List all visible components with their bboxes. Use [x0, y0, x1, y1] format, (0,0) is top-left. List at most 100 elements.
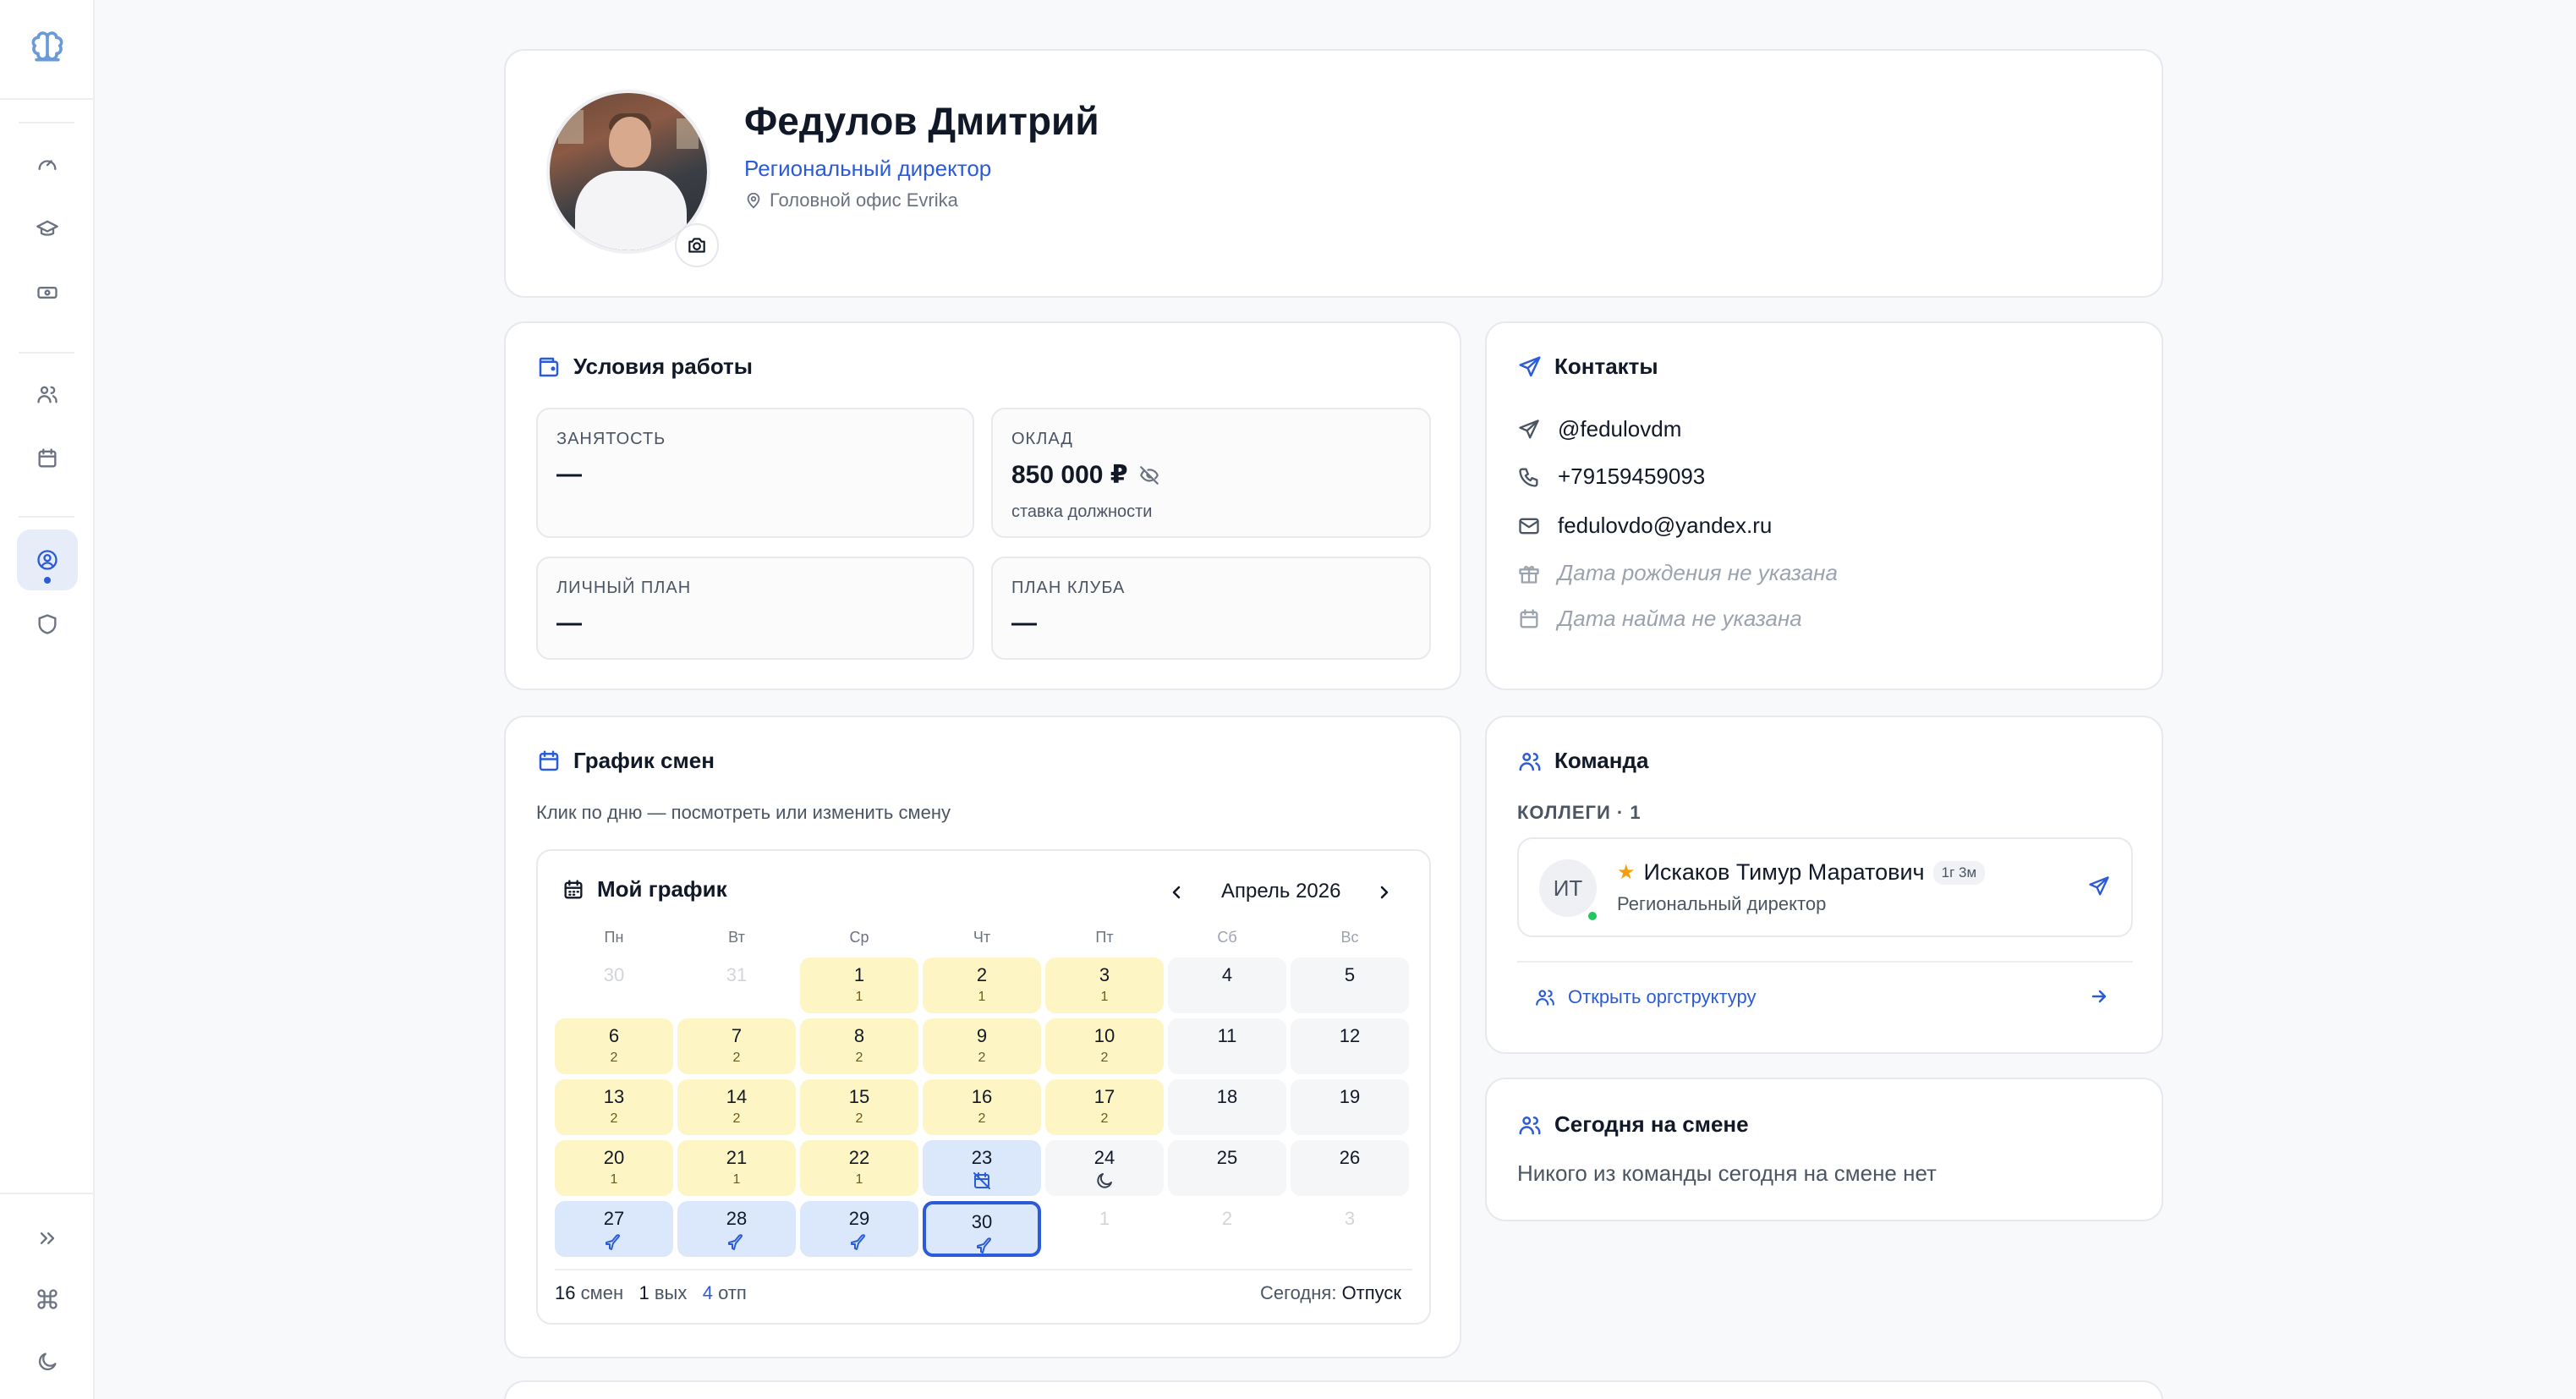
calendar-day: 30	[555, 957, 673, 1013]
calendar-day[interactable]: 10 2	[1045, 1018, 1164, 1074]
day-number: 1	[853, 964, 865, 985]
personal-plan-tile: ЛИЧНЫЙ ПЛАН —	[536, 557, 974, 660]
tile-value: 850 000 ₽	[1011, 460, 1160, 490]
weekday-label: Пт	[1095, 929, 1114, 946]
shield-icon[interactable]	[17, 594, 78, 655]
sidebar	[0, 0, 95, 1399]
moon-theme-icon[interactable]	[17, 1331, 78, 1392]
day-number: 15	[848, 1086, 870, 1107]
calendar-icon	[539, 750, 559, 771]
calendar-day[interactable]: 19	[1291, 1079, 1409, 1135]
message-colleague-button[interactable]	[2087, 875, 2113, 900]
on-shift-card	[1485, 1078, 2163, 1221]
calendar-day[interactable]: 92	[923, 1018, 1041, 1074]
next-month-button[interactable]	[1370, 878, 1399, 907]
calendar-day[interactable]: 5	[1291, 957, 1409, 1013]
day-number: 31	[726, 964, 748, 985]
calendar-day[interactable]: 21 1	[677, 1140, 796, 1196]
contact-telegram[interactable]: @fedulovdm	[1517, 416, 1681, 442]
day-number: 26	[1339, 1147, 1361, 1168]
calendar-day[interactable]: 27	[555, 1201, 673, 1257]
tile-label: ЗАНЯТОСТЬ	[556, 430, 666, 448]
eye-off-icon[interactable]	[1138, 464, 1160, 486]
tile-value: —	[1011, 609, 1037, 637]
weekday-label: Пн	[604, 929, 624, 946]
command-icon[interactable]	[17, 1269, 78, 1330]
contact-email[interactable]: fedulovdo@yandex.ru	[1517, 513, 1772, 539]
day-number: 30	[603, 964, 625, 985]
calendar-day[interactable]: 18	[1168, 1079, 1286, 1135]
weekday-label: Ср	[849, 929, 869, 946]
calendar-day[interactable]: 13 2	[555, 1079, 673, 1135]
calendar-day[interactable]: 82	[800, 1018, 918, 1074]
colleague-name-row: ★ Искаков Тимур Маратович 1г 3м	[1617, 859, 1986, 886]
calendar-month: Апрель 2026	[1221, 880, 1341, 902]
expand-chevrons-icon[interactable]	[17, 1208, 78, 1269]
on-shift-title: Сегодня на смене	[1517, 1111, 1749, 1138]
contact-phone[interactable]: +79159459093	[1517, 464, 1705, 490]
calendar-day[interactable]: 22 1	[800, 1140, 918, 1196]
calendar-day[interactable]: 29	[800, 1201, 918, 1257]
day-number: 3	[1344, 1208, 1356, 1229]
chevron-left-icon	[1172, 886, 1181, 899]
brain-logo-icon[interactable]	[17, 17, 78, 78]
calendar-day: 2	[1168, 1201, 1286, 1257]
shift-number: 2	[1100, 1111, 1109, 1126]
calendar-day[interactable]: 31	[1045, 957, 1164, 1013]
day-number: 10	[1093, 1025, 1115, 1046]
plane-icon	[851, 1234, 865, 1250]
arrow-right-icon[interactable]	[2089, 986, 2109, 1011]
calendar-icon[interactable]	[17, 428, 78, 489]
dashboard-gauge-icon[interactable]	[17, 134, 78, 195]
banknote-icon[interactable]	[17, 262, 78, 323]
calendar-day[interactable]: 21	[923, 957, 1041, 1013]
day-number: 4	[1221, 964, 1233, 985]
colleague-avatar: ИТ	[1539, 859, 1597, 917]
calendar-day[interactable]: 15 2	[800, 1079, 918, 1135]
calendar-day[interactable]: 28	[677, 1201, 796, 1257]
shift-number: 2	[978, 1111, 986, 1126]
calendar-day[interactable]: 14 2	[677, 1079, 796, 1135]
calendar-day[interactable]: 72	[677, 1018, 796, 1074]
calendar-day: 1	[1045, 1201, 1164, 1257]
calendar-day[interactable]: 26	[1291, 1140, 1409, 1196]
next-section-card	[504, 1380, 2163, 1399]
calendar-day[interactable]: 62	[555, 1018, 673, 1074]
calendar-day[interactable]: 12	[1291, 1018, 1409, 1074]
contact-hire-date: Дата найма не указана	[1517, 606, 1802, 632]
employment-tile: ЗАНЯТОСТЬ —	[536, 408, 974, 538]
graduation-cap-icon[interactable]	[17, 198, 78, 259]
today-status: Сегодня: Отпуск	[1260, 1282, 1402, 1303]
calendar-day-today[interactable]: 30	[923, 1201, 1041, 1257]
users-icon[interactable]	[17, 364, 78, 425]
prev-month-button[interactable]	[1162, 878, 1191, 907]
calendar-day[interactable]: 25	[1168, 1140, 1286, 1196]
tile-value: —	[556, 609, 582, 637]
day-number: 28	[726, 1208, 748, 1229]
calendar-day[interactable]: 11	[1168, 1018, 1286, 1074]
colleague-name: Искаков Тимур Маратович	[1643, 859, 1925, 885]
online-status-dot	[1587, 910, 1598, 922]
work-conditions-title: Условия работы	[536, 354, 753, 380]
calendar-day[interactable]: 24	[1045, 1140, 1164, 1196]
day-number: 12	[1339, 1025, 1361, 1046]
calendar-day: 3	[1291, 1201, 1409, 1257]
calendar-icon	[1520, 608, 1538, 628]
calendar-day[interactable]: 23	[923, 1140, 1041, 1196]
calendar-day[interactable]: 4	[1168, 957, 1286, 1013]
open-org-structure-link[interactable]: Открыть оргструктуру	[1534, 986, 1757, 1008]
calendar-day[interactable]: 11	[800, 957, 918, 1013]
colleague-card[interactable]: ИТ ★ Искаков Тимур Маратович 1г 3м Регио…	[1517, 837, 2133, 937]
day-number: 6	[608, 1025, 620, 1046]
change-photo-button[interactable]	[675, 223, 719, 267]
calendar-day[interactable]: 20 1	[555, 1140, 673, 1196]
weekday-label: Чт	[973, 929, 991, 946]
salary-tile: ОКЛАД 850 000 ₽ ставка должности	[991, 408, 1431, 538]
calendar-day[interactable]: 16 2	[923, 1079, 1041, 1135]
on-shift-empty-message: Никого из команды сегодня на смене нет	[1517, 1160, 1937, 1186]
schedule-title: График смен	[536, 748, 715, 774]
calendar-day[interactable]: 17 2	[1045, 1079, 1164, 1135]
profile-role: Региональный директор	[744, 156, 992, 181]
day-number: 23	[971, 1147, 993, 1168]
day-number: 3	[1099, 964, 1110, 985]
